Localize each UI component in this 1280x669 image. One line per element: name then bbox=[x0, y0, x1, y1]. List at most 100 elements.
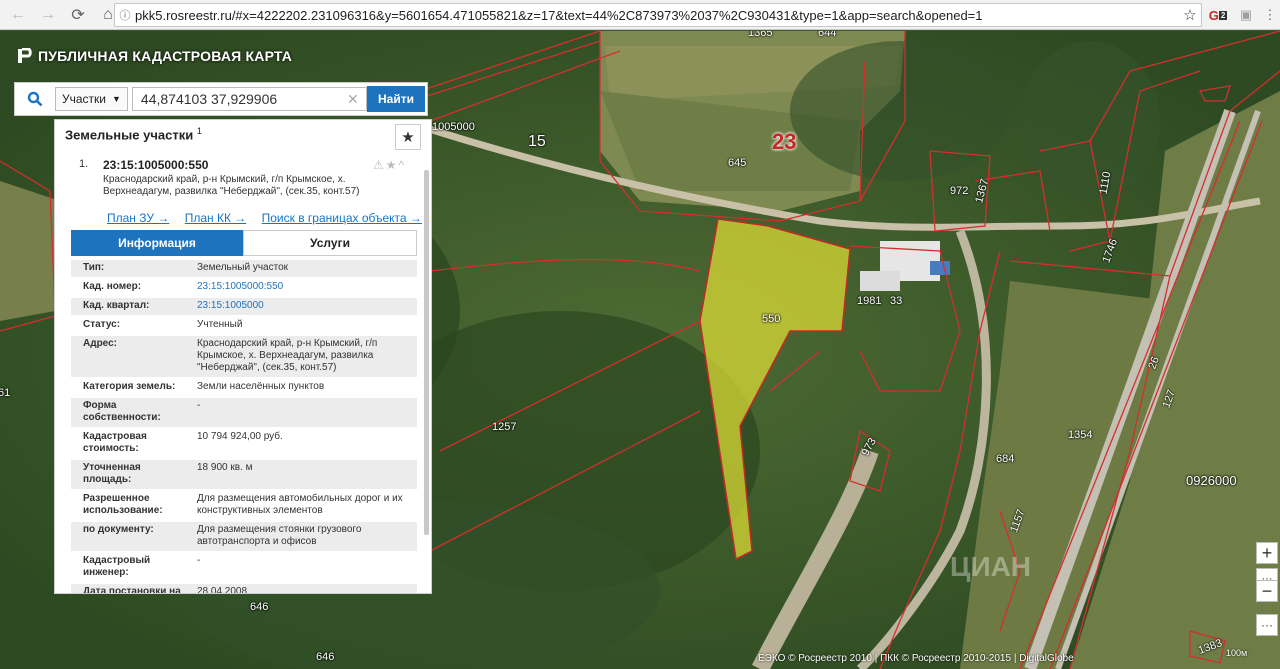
property-key: Кад. номер: bbox=[83, 281, 142, 292]
property-value: - bbox=[197, 400, 201, 411]
property-key: Форма собственности: bbox=[83, 400, 161, 423]
zoom-out-button[interactable]: − bbox=[1256, 580, 1278, 602]
property-row: Тип: Земельный участок bbox=[71, 260, 417, 279]
forward-icon[interactable]: → bbox=[36, 3, 60, 27]
property-key: Уточненная площадь: bbox=[83, 462, 141, 485]
info-icon[interactable]: ⓘ bbox=[115, 7, 135, 23]
property-value: 18 900 кв. м bbox=[197, 462, 253, 473]
property-row: Кад. номер: 23:15:1005000:550 bbox=[71, 279, 417, 298]
map-scale: 100м bbox=[1226, 648, 1248, 658]
property-value: Земли населённых пунктов bbox=[197, 381, 325, 392]
property-value[interactable]: 23:15:1005000 bbox=[185, 300, 417, 312]
property-row: Статус: Учтенный bbox=[71, 317, 417, 336]
tab-info[interactable]: Информация bbox=[71, 230, 243, 256]
map-label: 1257 bbox=[492, 421, 517, 433]
rosreestr-logo-icon bbox=[18, 48, 32, 63]
selected-parcel-label[interactable]: 550 bbox=[762, 313, 780, 325]
favorite-star-button[interactable]: ★ bbox=[395, 124, 421, 150]
property-row: Кадастровый инженер: - bbox=[71, 553, 417, 584]
plan-zu-link[interactable]: План ЗУ → bbox=[107, 211, 169, 225]
result-cad-number[interactable]: 23:15:1005000:550 bbox=[103, 158, 208, 172]
plan-kk-link[interactable]: План КК → bbox=[185, 211, 247, 225]
panel-heading-text: Земельные участки bbox=[65, 127, 194, 143]
clear-icon[interactable]: ✕ bbox=[347, 91, 359, 108]
property-row: Разрешенное использование: Для размещения… bbox=[71, 491, 417, 522]
property-row: Кад. квартал: 23:15:1005000 bbox=[71, 298, 417, 317]
panel-scrollbar[interactable] bbox=[424, 170, 429, 535]
property-key: по документу: bbox=[83, 524, 154, 535]
property-row: Категория земель: Земли населённых пункто… bbox=[71, 379, 417, 398]
address-bar[interactable]: ⓘ pkk5.rosreestr.ru/#x=4222202.231096316… bbox=[114, 3, 1202, 27]
properties-table: Тип: Земельный участок Кад. номер: 23:15:10… bbox=[71, 260, 417, 594]
map-label: 972 bbox=[950, 185, 969, 197]
extension-icon[interactable]: G2 bbox=[1208, 5, 1228, 25]
property-key: Кадастровая стоимость: bbox=[83, 431, 147, 454]
result-actions-icons[interactable]: ⚠★^ bbox=[373, 158, 406, 172]
browser-toolbar: ← → ⟳ ⌂ ⓘ pkk5.rosreestr.ru/#x=4222202.2… bbox=[0, 0, 1280, 30]
search-in-bounds-link[interactable]: Поиск в границах объекта → bbox=[262, 211, 422, 225]
property-value: Для размещения стоянки грузового автотра… bbox=[197, 524, 362, 547]
search-type-label: Участки bbox=[62, 92, 106, 106]
property-value: - bbox=[197, 555, 201, 566]
map-label: 1354 bbox=[1068, 429, 1093, 441]
property-value: 28.04.2008 bbox=[197, 586, 248, 594]
search-type-select[interactable]: Участки ▼ bbox=[55, 87, 128, 111]
results-count: 1 bbox=[196, 126, 202, 136]
property-value: Земельный участок bbox=[197, 262, 289, 273]
property-value: Краснодарский край, р-н Крымский, г/п Кр… bbox=[197, 338, 378, 373]
map-label: 1005000 bbox=[432, 121, 475, 133]
property-key: Кад. квартал: bbox=[83, 300, 150, 311]
zoom-in-button[interactable]: + bbox=[1256, 542, 1278, 564]
property-key: Тип: bbox=[83, 262, 105, 273]
search-bar: Участки ▼ ✕ Найти bbox=[14, 82, 428, 116]
result-links: План ЗУ → План КК → Поиск в границах объ… bbox=[107, 211, 431, 225]
extension-badge: 2 bbox=[1218, 10, 1228, 20]
result-number: 1. bbox=[79, 158, 89, 170]
property-row: Кадастровая стоимость: 10 794 924,00 руб. bbox=[71, 429, 417, 460]
property-key: Дата постановки на учет: bbox=[83, 586, 181, 594]
map-label: 0926000 bbox=[1186, 473, 1237, 488]
property-row: Форма собственности: - bbox=[71, 398, 417, 429]
map-label: 1365 bbox=[748, 31, 773, 39]
panel-heading: Земельные участки 1 bbox=[65, 126, 202, 142]
property-value: Учтенный bbox=[197, 319, 243, 330]
watermark: ЦИАН bbox=[950, 551, 1032, 582]
property-key: Кадастровый инженер: bbox=[83, 555, 151, 578]
map-attribution: ЕЭКО © Росреестр 2010 | ПКК © Росреестр … bbox=[758, 653, 1074, 664]
map-label: 15 bbox=[528, 133, 546, 150]
more-button[interactable]: ··· bbox=[1256, 614, 1278, 636]
property-key: Статус: bbox=[83, 319, 121, 330]
property-value: 10 794 924,00 руб. bbox=[197, 431, 283, 442]
map-label: 61 bbox=[0, 387, 11, 399]
property-row: Уточненная площадь: 18 900 кв. м bbox=[71, 460, 417, 491]
map-label: 646 bbox=[250, 601, 269, 613]
property-value: Для размещения автомобильных дорог и их … bbox=[197, 493, 403, 516]
search-input[interactable] bbox=[131, 87, 367, 111]
property-row: Адрес: Краснодарский край, р-н Крымский, … bbox=[71, 336, 417, 379]
tab-services[interactable]: Услуги bbox=[243, 230, 417, 256]
result-address: Краснодарский край, р-н Крымский, г/п Кр… bbox=[103, 174, 360, 197]
property-row: Дата постановки на учет: 28.04.2008 bbox=[71, 584, 417, 594]
map-label: 646 bbox=[316, 651, 335, 663]
info-tabs: Информация Услуги bbox=[71, 230, 417, 256]
extension-icon-2[interactable]: ▣ bbox=[1236, 5, 1256, 25]
find-button[interactable]: Найти bbox=[367, 86, 425, 112]
url-text[interactable]: pkk5.rosreestr.ru/#x=4222202.231096316&y… bbox=[135, 8, 1179, 23]
app-title: ПУБЛИЧНАЯ КАДАСТРОВАЯ КАРТА bbox=[16, 48, 292, 64]
map-label: 23 bbox=[772, 129, 797, 154]
chevron-down-icon: ▼ bbox=[112, 94, 121, 104]
bookmark-star-icon[interactable]: ☆ bbox=[1179, 6, 1201, 24]
search-icon[interactable] bbox=[15, 83, 55, 115]
property-key: Адрес: bbox=[83, 338, 117, 349]
map-label: 644 bbox=[818, 31, 837, 39]
property-key: Разрешенное использование: bbox=[83, 493, 163, 516]
property-key: Категория земель: bbox=[83, 381, 176, 392]
map-label: 645 bbox=[728, 157, 747, 169]
property-value[interactable]: 23:15:1005000:550 bbox=[185, 281, 417, 293]
menu-icon[interactable]: ⋮ bbox=[1260, 5, 1280, 25]
map-label: 684 bbox=[996, 453, 1015, 465]
back-icon[interactable]: ← bbox=[6, 3, 30, 27]
reload-icon[interactable]: ⟳ bbox=[66, 3, 90, 27]
map-label: 1981 bbox=[857, 295, 882, 307]
map-label: 33 bbox=[890, 295, 903, 307]
